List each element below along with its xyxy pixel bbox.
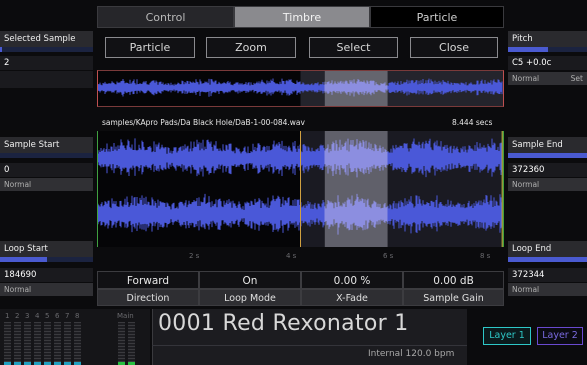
meter-label: 6 (55, 312, 60, 320)
tab-timbre[interactable]: Timbre (234, 6, 370, 28)
pitch-mode[interactable]: Normal Set (508, 72, 587, 85)
meter-label: 3 (25, 312, 30, 320)
sample-end-value[interactable]: 372360 (508, 163, 587, 177)
meter-label: 4 (35, 312, 40, 320)
sample-start-mode[interactable]: Normal (0, 178, 93, 191)
time-tick: 8 s (480, 252, 491, 260)
meter-label: 7 (65, 312, 70, 320)
sample-end-mode[interactable]: Normal (508, 178, 587, 191)
x-fade-label: X-Fade (301, 289, 403, 306)
loop-start-bar[interactable] (0, 257, 93, 262)
pitch-mode-label: Normal (512, 74, 540, 83)
meter-bar (14, 322, 21, 363)
meter-label-main: Main (117, 312, 134, 320)
direction-label: Direction (97, 289, 199, 306)
meter-bar (44, 322, 51, 363)
waveform-overview-graphic (98, 71, 503, 106)
loop-mode-value[interactable]: On (199, 271, 301, 289)
meter-bar (4, 322, 11, 363)
meter-bar-main-l (118, 322, 125, 363)
time-tick: 4 s (286, 252, 297, 260)
particle-button[interactable]: Particle (105, 37, 195, 58)
tempo-readout[interactable]: Internal 120.0 bpm (368, 349, 454, 359)
waveform-main[interactable] (97, 131, 504, 247)
loop-end-mode[interactable]: Normal (508, 283, 587, 296)
program-name[interactable]: 0001 Red Rexonator 1 (158, 311, 409, 336)
meter-bar-main-r (128, 322, 135, 363)
loop-end-bar[interactable] (508, 257, 587, 262)
loop-start-title: Loop Start (0, 241, 93, 257)
selected-sample-bar[interactable] (0, 47, 93, 52)
sample-duration: 8.444 secs (452, 118, 493, 127)
direction-value[interactable]: Forward (97, 271, 199, 289)
loop-end-value[interactable]: 372344 (508, 268, 587, 282)
pitch-value[interactable]: C5 +0.0c (508, 56, 587, 70)
layer-1-button[interactable]: Layer 1 (483, 327, 531, 345)
loop-end-title: Loop End (508, 241, 587, 257)
time-tick: 6 s (383, 252, 394, 260)
select-button[interactable]: Select (309, 37, 398, 58)
sample-gain-label: Sample Gain (403, 289, 504, 306)
meter-bar (74, 322, 81, 363)
sample-start-value[interactable]: 0 (0, 163, 93, 177)
waveform-overview[interactable] (97, 70, 504, 107)
meter-bar (24, 322, 31, 363)
sample-end-title: Sample End (508, 137, 587, 153)
meter-bar (34, 322, 41, 363)
layer-2-button[interactable]: Layer 2 (537, 327, 583, 345)
meter-label: 5 (45, 312, 50, 320)
tab-particle[interactable]: Particle (370, 6, 504, 28)
selected-sample-value[interactable]: 2 (0, 56, 93, 70)
meter-label: 8 (75, 312, 80, 320)
zoom-button[interactable]: Zoom (206, 37, 296, 58)
loop-start-value[interactable]: 184690 (0, 268, 93, 282)
pitch-bar[interactable] (508, 47, 587, 52)
meter-label: 2 (15, 312, 20, 320)
tab-control[interactable]: Control (97, 6, 234, 28)
x-fade-value[interactable]: 0.00 % (301, 271, 403, 289)
pitch-set-button[interactable]: Set (571, 72, 583, 85)
sample-gain-value[interactable]: 0.00 dB (403, 271, 504, 289)
pitch-title: Pitch (508, 31, 587, 47)
meter-label: 1 (5, 312, 10, 320)
sample-start-title: Sample Start (0, 137, 93, 153)
selected-sample-title: Selected Sample (0, 31, 93, 47)
time-tick: 2 s (189, 252, 200, 260)
close-button[interactable]: Close (410, 37, 498, 58)
sample-start-bar[interactable] (0, 153, 93, 158)
loop-mode-label: Loop Mode (199, 289, 301, 306)
loop-start-mode[interactable]: Normal (0, 283, 93, 296)
sample-end-bar[interactable] (508, 153, 587, 158)
meter-bar (54, 322, 61, 363)
meter-bar (64, 322, 71, 363)
waveform-main-graphic (98, 131, 503, 247)
right-param-column: Pitch C5 +0.0c Normal Set Sample End 372… (508, 0, 587, 365)
sample-path: samples/KApro Pads/Da Black Hole/DaB-1-0… (102, 118, 305, 127)
